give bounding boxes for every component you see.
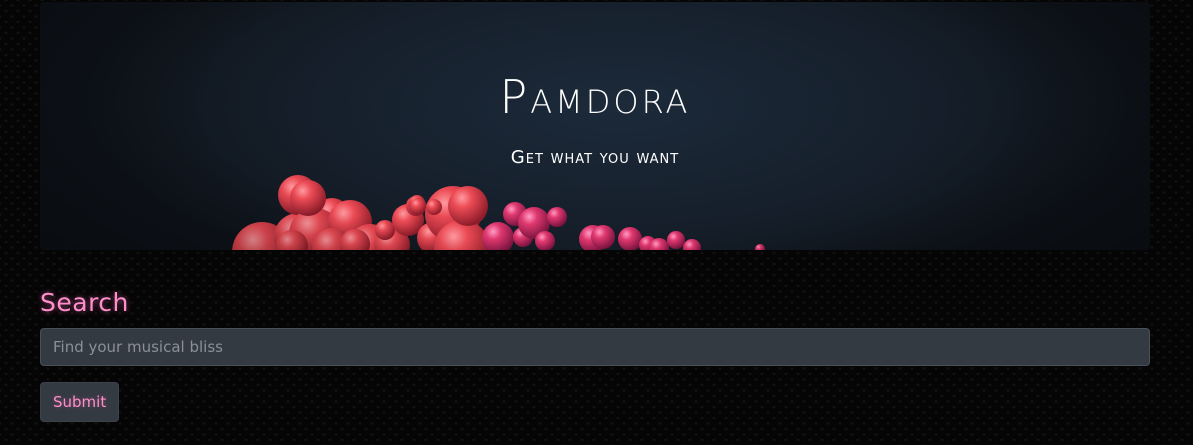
page-container: Pamdora Get what you want Search Submit (40, 2, 1150, 422)
search-heading: Search (40, 288, 129, 317)
hero-banner: Pamdora Get what you want (40, 2, 1150, 250)
site-tagline: Get what you want (510, 147, 680, 168)
submit-button[interactable]: Submit (40, 382, 120, 422)
search-input[interactable] (40, 328, 1150, 366)
hero-vignette (40, 2, 1150, 250)
site-title: Pamdora (499, 70, 691, 124)
